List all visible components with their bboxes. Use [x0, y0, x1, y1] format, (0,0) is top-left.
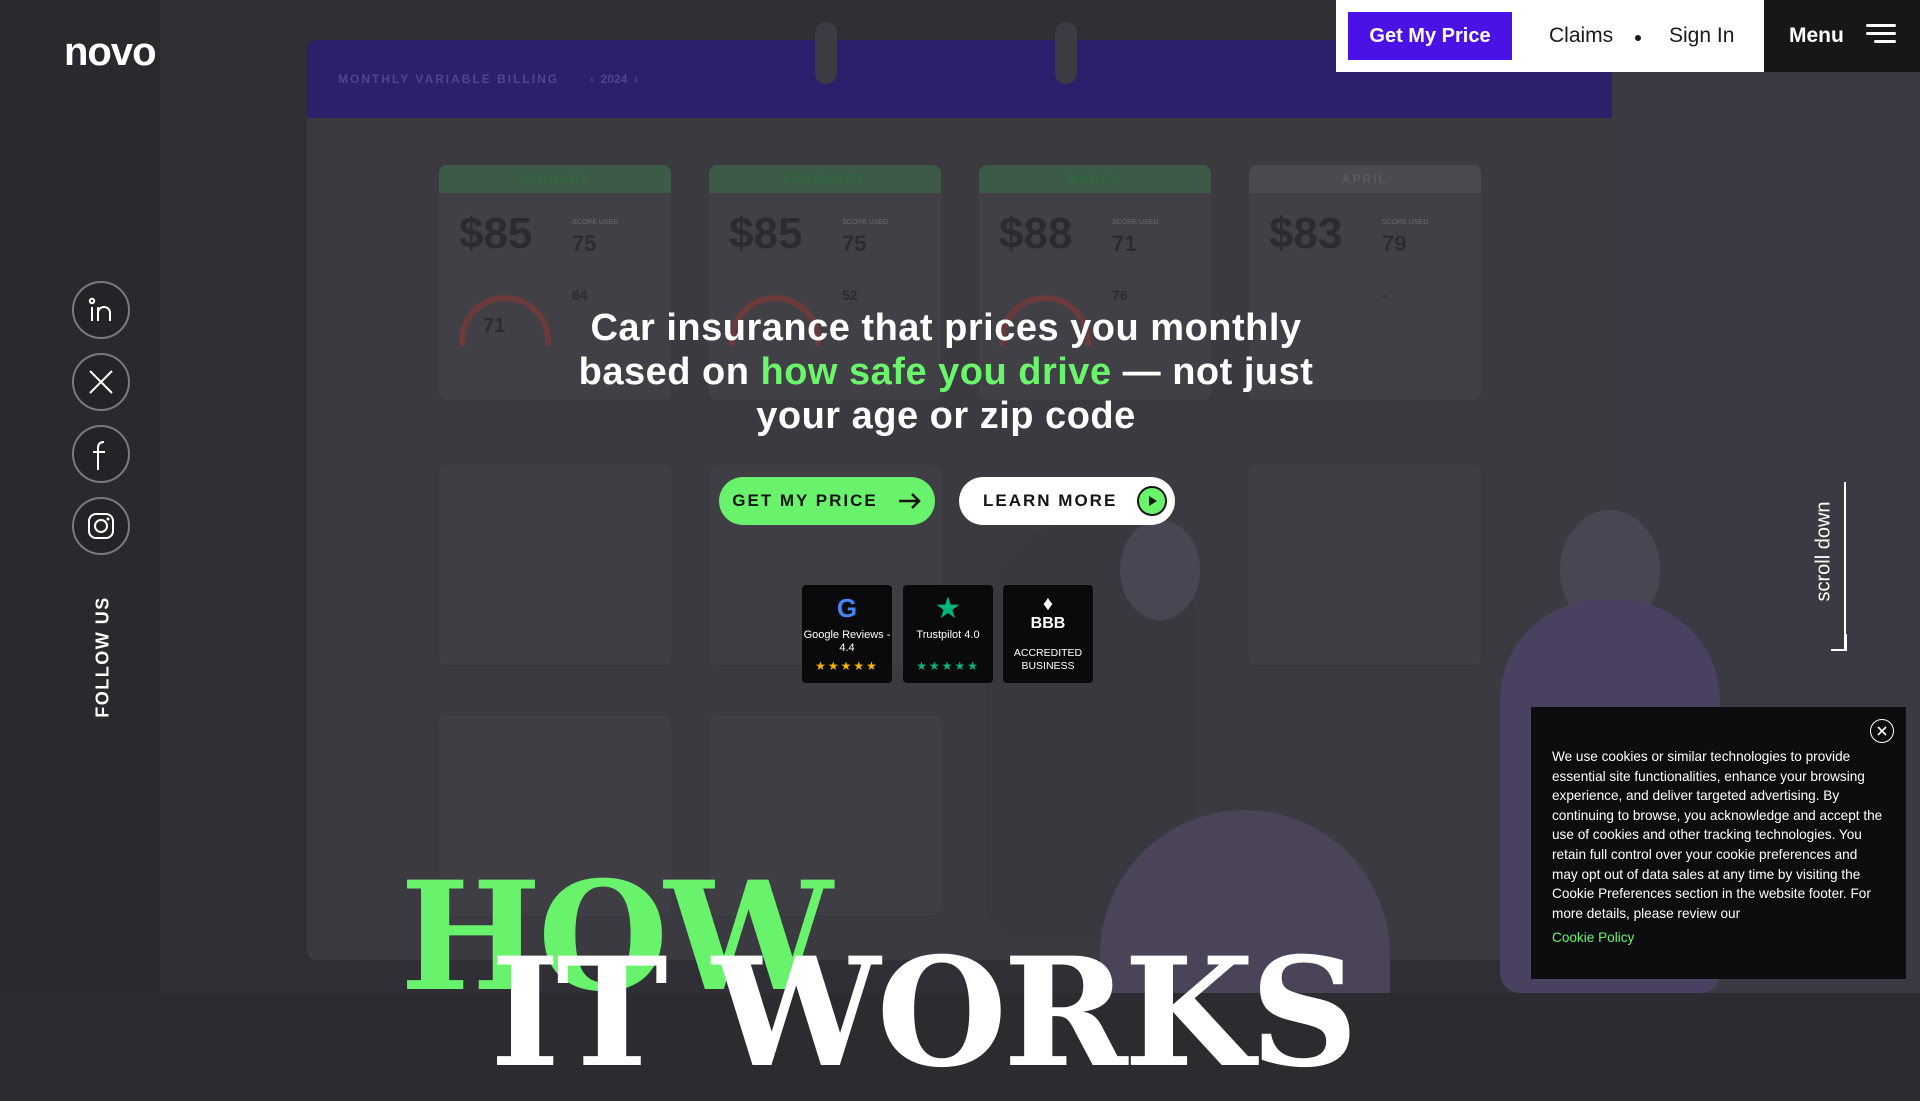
cta-label: GET MY PRICE — [732, 491, 878, 510]
cookie-policy-link[interactable]: Cookie Policy — [1552, 930, 1886, 945]
score-label: SCORE USED — [842, 219, 889, 226]
x-icon — [89, 370, 113, 394]
linkedin-icon — [88, 297, 111, 321]
score-label: SCORE USED — [1382, 219, 1429, 226]
month-price: $85 — [729, 209, 803, 258]
follow-us-label: FOLLOW US — [92, 596, 113, 718]
gauge-value: 71 — [483, 315, 506, 337]
month-price: $88 — [999, 209, 1073, 258]
binder-ring — [815, 22, 837, 84]
badge-text: Google Reviews - 4.4 — [803, 629, 891, 654]
rating-stars-icon: ★★★★★ — [815, 659, 879, 673]
placeholder-card — [439, 465, 671, 665]
dashboard-title: MONTHLY VARIABLE BILLING — [338, 72, 560, 86]
month-score: 71 — [1112, 231, 1137, 256]
month-name: FEBRUARY — [709, 165, 941, 193]
google-reviews-badge[interactable]: G Google Reviews - 4.4 ★★★★★ — [802, 585, 892, 683]
cta-label: LEARN MORE — [983, 491, 1118, 510]
x-link[interactable] — [72, 353, 130, 411]
trustpilot-star-icon: ★ — [934, 592, 962, 625]
learn-more-button[interactable]: LEARN MORE — [959, 477, 1175, 525]
rating-stars-icon: ★★★★★ — [916, 659, 980, 673]
month-score: 75 — [842, 231, 867, 256]
novo-logo[interactable]: novo — [64, 32, 157, 72]
arrow-right-icon — [898, 493, 921, 509]
close-icon — [1877, 726, 1887, 736]
score-label: SCORE USED — [1112, 219, 1159, 226]
close-cookie-button[interactable] — [1870, 719, 1894, 743]
section-heading-it-works: IT WORKS — [490, 925, 1358, 1101]
scroll-line — [1844, 482, 1846, 650]
nav-link-claims[interactable]: Claims — [1549, 24, 1613, 48]
month-name: MARCH — [979, 165, 1211, 193]
month-score: 79 — [1382, 231, 1407, 256]
hero-headline: Car insurance that prices you monthly ba… — [578, 307, 1314, 437]
month-name: JANUARY — [439, 165, 671, 193]
scroll-down-indicator[interactable]: scroll down — [1800, 480, 1847, 652]
month-extra: 64 — [572, 287, 588, 303]
score-label: SCORE USED — [572, 219, 619, 226]
get-my-price-button[interactable]: Get My Price — [1348, 12, 1512, 60]
month-price: $85 — [459, 209, 533, 258]
instagram-link[interactable] — [72, 497, 130, 555]
trustpilot-badge[interactable]: ★ Trustpilot 4.0 ★★★★★ — [903, 585, 993, 683]
get-my-price-cta-button[interactable]: GET MY PRICE — [719, 477, 935, 525]
badge-text: Trustpilot 4.0 — [916, 629, 980, 641]
month-score: 75 — [572, 231, 597, 256]
month-extra: - — [1382, 287, 1387, 303]
nav-separator-dot — [1635, 35, 1641, 41]
menu-label[interactable]: Menu — [1789, 24, 1844, 48]
badge-text: ACCREDITED BUSINESS — [1013, 647, 1083, 672]
month-name: APRIL — [1249, 165, 1481, 193]
facebook-icon — [93, 441, 105, 470]
hero-highlight: how safe you drive — [760, 351, 1112, 393]
month-extra: 76 — [1112, 287, 1128, 303]
binder-ring — [1055, 22, 1077, 84]
month-price: $83 — [1269, 209, 1343, 258]
arrow-down-icon — [1831, 634, 1847, 651]
bbb-logo: BBB — [1030, 615, 1066, 632]
play-icon — [1137, 486, 1167, 516]
dashboard-year: ‹ 2024 › — [590, 72, 639, 86]
character-head-illustration — [1120, 520, 1200, 620]
nav-link-sign-in[interactable]: Sign In — [1669, 24, 1734, 48]
google-g-icon: G — [836, 593, 858, 623]
bbb-badge[interactable]: ♦ BBB ACCREDITED BUSINESS — [1003, 585, 1093, 683]
month-extra: 52 — [842, 287, 858, 303]
placeholder-card — [1249, 465, 1481, 665]
hamburger-icon[interactable] — [1866, 24, 1896, 44]
bbb-flame-icon: ♦ — [1042, 593, 1054, 615]
facebook-link[interactable] — [72, 425, 130, 483]
background-left-shade — [0, 0, 160, 993]
cookie-text: We use cookies or similar technologies t… — [1552, 749, 1883, 921]
linkedin-link[interactable] — [72, 281, 130, 339]
instagram-icon — [88, 513, 114, 539]
scroll-down-label: scroll down — [1812, 501, 1835, 602]
cookie-banner: We use cookies or similar technologies t… — [1531, 707, 1906, 979]
